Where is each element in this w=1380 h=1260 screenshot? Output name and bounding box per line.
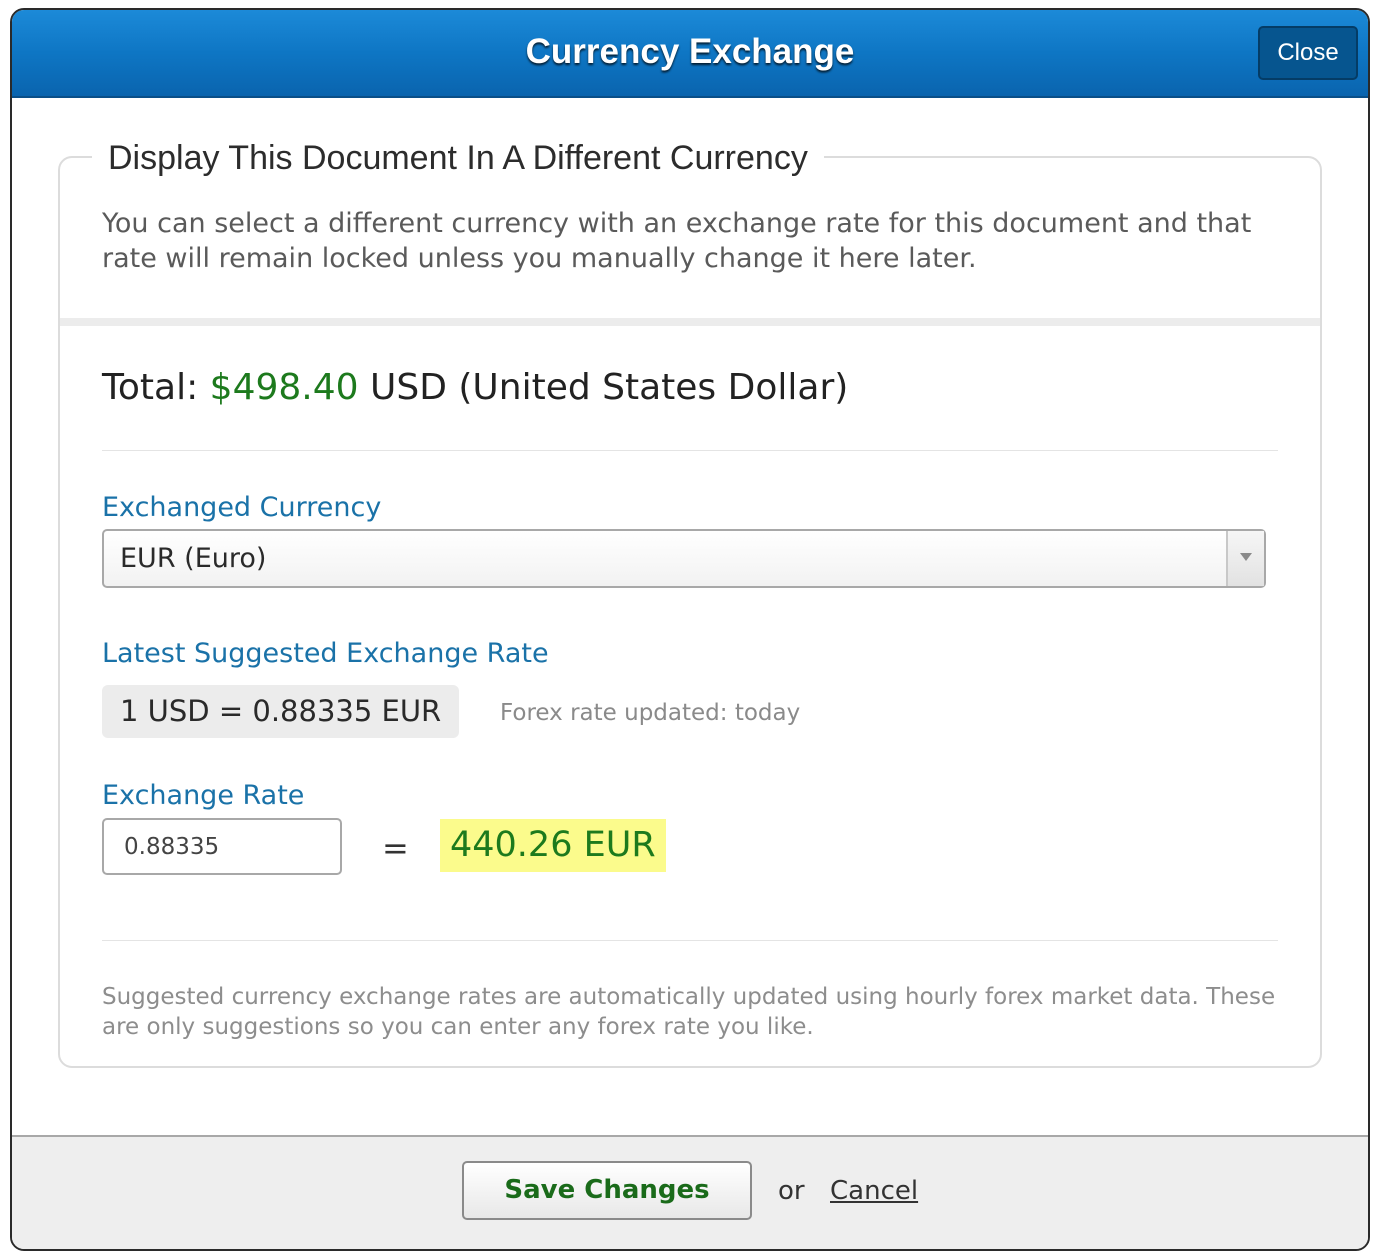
select-arrow-button[interactable] bbox=[1226, 531, 1264, 586]
total-row: Total: $498.40 USD (United States Dollar… bbox=[102, 366, 848, 410]
save-changes-button[interactable]: Save Changes bbox=[462, 1161, 752, 1220]
total-amount: $498.40 bbox=[209, 367, 359, 408]
intro-text: You can select a different currency with… bbox=[102, 208, 1252, 274]
converted-amount: 440.26 EUR bbox=[440, 819, 666, 872]
or-text: or bbox=[778, 1176, 805, 1206]
dialog-titlebar: Currency Exchange Close bbox=[12, 10, 1368, 98]
currency-select-value: EUR (Euro) bbox=[120, 543, 267, 574]
exchanged-currency-label: Exchanged Currency bbox=[102, 492, 382, 523]
currency-fieldset bbox=[58, 156, 1322, 1068]
currency-select[interactable]: EUR (Euro) bbox=[102, 529, 1266, 588]
currency-exchange-dialog: Currency Exchange Close Display This Doc… bbox=[10, 8, 1370, 1251]
section-divider bbox=[60, 318, 1320, 326]
cancel-link[interactable]: Cancel bbox=[830, 1175, 918, 1207]
close-button[interactable]: Close bbox=[1258, 26, 1358, 80]
exchange-rate-label: Exchange Rate bbox=[102, 780, 305, 811]
rate-updated-text: Forex rate updated: today bbox=[500, 700, 801, 726]
dialog-title: Currency Exchange bbox=[525, 32, 855, 71]
section-legend: Display This Document In A Different Cur… bbox=[92, 138, 824, 178]
total-currency: USD (United States Dollar) bbox=[370, 367, 849, 408]
suggested-rate-value: 1 USD = 0.88335 EUR bbox=[102, 685, 460, 738]
exchange-rate-input[interactable] bbox=[102, 818, 342, 875]
divider bbox=[102, 940, 1278, 941]
footnote-text: Suggested currency exchange rates are au… bbox=[102, 984, 1276, 1040]
equals-sign: = bbox=[382, 829, 409, 867]
dialog-footer: Save Changes or Cancel bbox=[12, 1135, 1368, 1249]
divider bbox=[102, 450, 1278, 451]
suggested-rate-label: Latest Suggested Exchange Rate bbox=[102, 638, 549, 669]
chevron-down-icon bbox=[1240, 553, 1252, 561]
total-label: Total: bbox=[102, 367, 199, 408]
